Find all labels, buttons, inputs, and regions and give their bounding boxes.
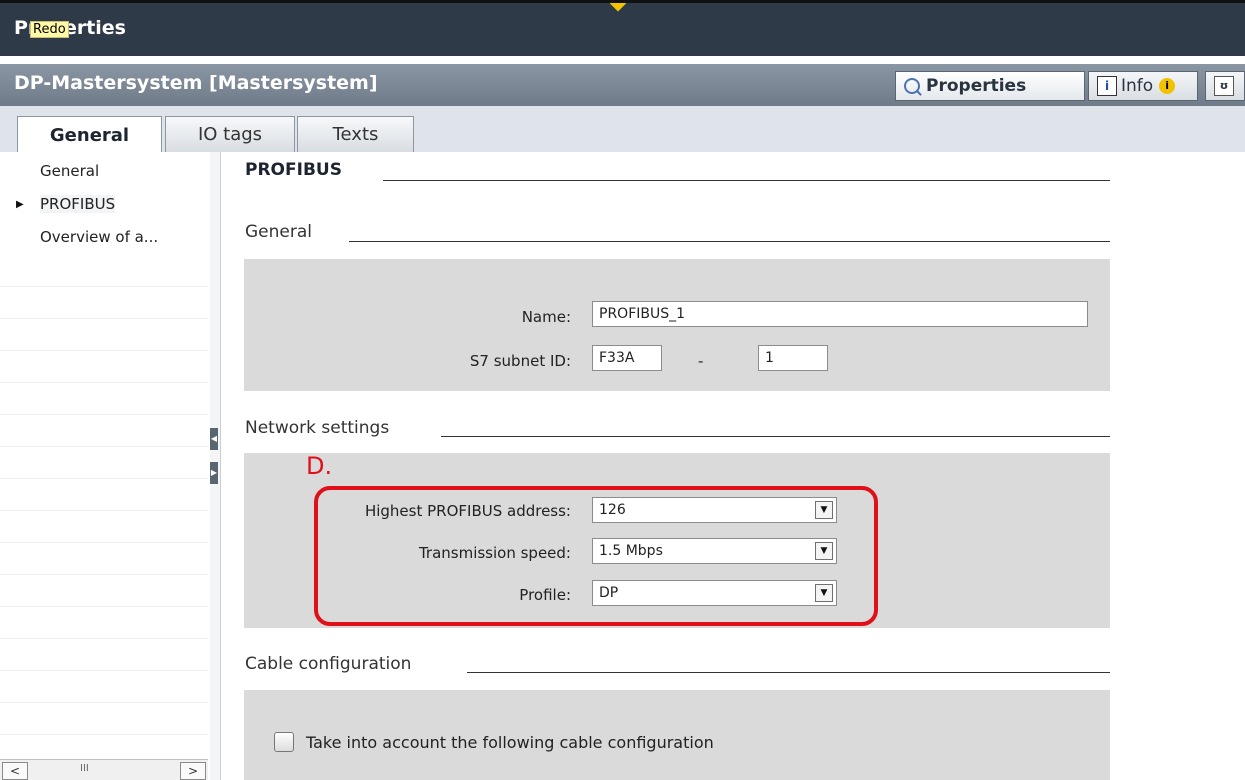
subnet-id-input-1[interactable]: F33A: [592, 345, 662, 371]
redo-tooltip: Redo: [30, 21, 69, 38]
divider: [0, 478, 208, 479]
divider: [0, 606, 208, 607]
divider: [0, 318, 208, 319]
expand-arrow-icon[interactable]: ▶: [16, 199, 24, 210]
divider: [0, 414, 208, 415]
name-input[interactable]: PROFIBUS_1: [592, 301, 1088, 327]
scroll-thumb[interactable]: III: [80, 763, 89, 774]
tab-texts[interactable]: Texts: [297, 116, 414, 152]
expand-right-icon[interactable]: ▶: [210, 462, 218, 484]
divider: [0, 446, 208, 447]
splitter[interactable]: ◀ ▶: [210, 152, 221, 780]
diagnostics-icon: ʊ: [1214, 76, 1234, 96]
cable-config-checkbox[interactable]: [274, 732, 294, 752]
pointer-marker: [610, 3, 626, 13]
subnet-id-input-2[interactable]: 1: [758, 345, 828, 371]
info-tab[interactable]: i Info i: [1088, 71, 1198, 101]
subnet-separator: -: [698, 352, 704, 370]
title-bar: Properties Redo: [0, 0, 1245, 56]
info-icon: i: [1097, 76, 1117, 96]
divider: [0, 702, 208, 703]
divider: [0, 734, 208, 735]
divider: [441, 436, 1110, 437]
horizontal-scrollbar[interactable]: < III >: [0, 759, 208, 780]
scroll-right-icon[interactable]: >: [180, 762, 206, 780]
divider: [0, 382, 208, 383]
divider: [0, 510, 208, 511]
tab-io-tags[interactable]: IO tags: [165, 116, 295, 152]
divider: [383, 180, 1110, 181]
tab-row: General IO tags Texts: [0, 106, 1245, 153]
section-title-network-settings: Network settings: [245, 418, 390, 438]
section-title-profibus: PROFIBUS: [245, 160, 342, 180]
divider: [0, 670, 208, 671]
collapse-left-icon[interactable]: ◀: [210, 428, 218, 450]
divider: [349, 241, 1110, 242]
nav-item-general[interactable]: General: [40, 162, 99, 180]
divider: [0, 542, 208, 543]
inspector-header: DP-Mastersystem [Mastersystem] Propertie…: [0, 64, 1245, 106]
name-label: Name:: [521, 308, 571, 326]
info-badge-icon: i: [1159, 78, 1176, 94]
diagnostics-tab[interactable]: ʊ: [1205, 71, 1245, 101]
tab-general[interactable]: General: [17, 116, 162, 153]
divider: [0, 286, 208, 287]
divider: [0, 350, 208, 351]
divider: [0, 638, 208, 639]
scroll-left-icon[interactable]: <: [2, 762, 28, 780]
annotation-label: D.: [306, 452, 333, 480]
section-title-general: General: [245, 222, 312, 242]
left-navigation: General ▶ PROFIBUS Overview of a... < II…: [0, 152, 211, 780]
nav-item-profibus[interactable]: PROFIBUS: [40, 195, 116, 213]
subnet-id-label: S7 subnet ID:: [469, 352, 571, 370]
info-tab-label: Info: [1121, 76, 1154, 96]
cable-config-label: Take into account the following cable co…: [306, 733, 714, 752]
divider: [0, 574, 208, 575]
nav-item-overview[interactable]: Overview of a...: [40, 228, 158, 246]
divider: [467, 672, 1110, 673]
properties-content: PROFIBUS General Name: PROFIBUS_1 S7 sub…: [221, 152, 1245, 780]
properties-tab-label: Properties: [926, 76, 1027, 96]
annotation-highlight: [314, 486, 878, 626]
object-title: DP-Mastersystem [Mastersystem]: [14, 72, 378, 94]
properties-tab[interactable]: Properties: [895, 71, 1085, 101]
section-title-cable-configuration: Cable configuration: [245, 654, 412, 674]
magnifier-icon: [904, 78, 920, 94]
